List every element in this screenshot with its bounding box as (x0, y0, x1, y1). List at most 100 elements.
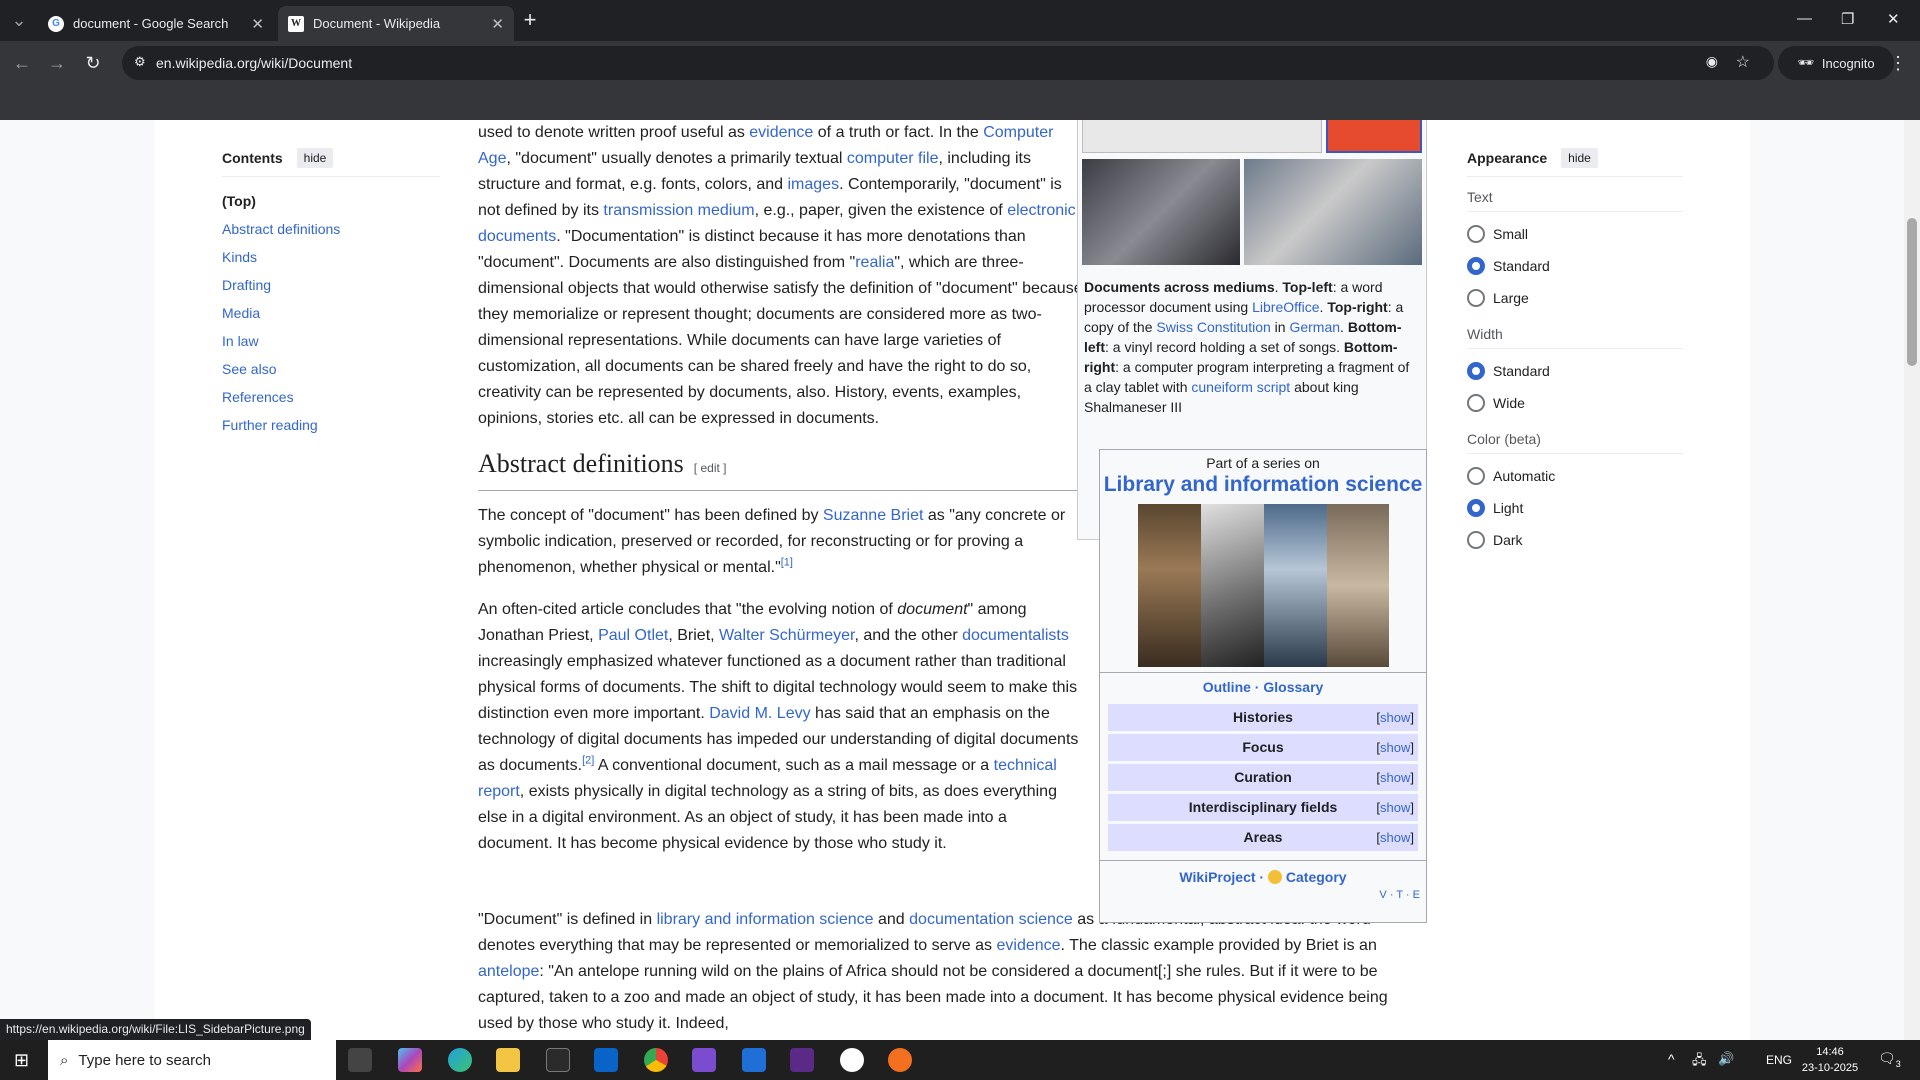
series-section-row[interactable]: Histories [show] (1108, 704, 1418, 731)
appearance-option[interactable]: Large (1467, 282, 1683, 314)
wikiproject-link[interactable]: WikiProject (1179, 869, 1255, 885)
citation-link[interactable]: [1] (781, 557, 793, 569)
tab-google-search[interactable]: G document - Google Search ✕ (38, 6, 274, 41)
appearance-option[interactable]: Small (1467, 218, 1683, 250)
store-icon[interactable] (546, 1048, 570, 1072)
show-link[interactable]: show (1380, 740, 1410, 755)
appearance-option[interactable]: Standard (1467, 355, 1683, 387)
wiki-link[interactable]: antelope (478, 963, 539, 980)
wiki-link[interactable]: cuneiform script (1191, 379, 1290, 395)
toc-item[interactable]: Drafting (222, 271, 440, 299)
reload-icon[interactable]: ↻ (81, 51, 105, 75)
appearance-option[interactable]: Light (1467, 492, 1683, 524)
show-toggle[interactable]: [show] (1376, 704, 1414, 731)
toc-item[interactable]: (Top) (222, 187, 440, 215)
file-explorer-icon[interactable] (496, 1048, 520, 1072)
ssms-icon[interactable] (790, 1048, 814, 1072)
wiki-link[interactable]: images (787, 176, 839, 193)
wiki-link[interactable]: Suzanne Briet (823, 507, 924, 524)
volume-icon[interactable]: 🔊 (1718, 1051, 1734, 1067)
toc-item[interactable]: Media (222, 299, 440, 327)
tab-search-icon[interactable]: ⌄ (7, 8, 31, 32)
show-toggle[interactable]: [show] (1376, 764, 1414, 791)
appearance-option[interactable]: Dark (1467, 524, 1683, 556)
show-link[interactable]: show (1380, 710, 1410, 725)
toc-item[interactable]: Further reading (222, 411, 440, 439)
chrome-icon[interactable] (644, 1048, 668, 1072)
show-toggle[interactable]: [show] (1376, 734, 1414, 761)
wiki-link[interactable]: library and information science (657, 911, 874, 928)
bookmark-star-icon[interactable]: ☆ (1736, 52, 1750, 72)
documents-image[interactable] (1082, 120, 1422, 273)
wiki-link[interactable]: documentation science (909, 911, 1073, 928)
show-hidden-icons[interactable]: ^ (1668, 1051, 1675, 1067)
close-tab-icon[interactable]: ✕ (251, 15, 264, 33)
azure-data-studio-icon[interactable] (742, 1048, 766, 1072)
radio-button[interactable] (1467, 362, 1485, 380)
wiki-link[interactable]: realia (855, 254, 894, 271)
wiki-link[interactable]: LibreOffice (1252, 299, 1319, 315)
view-link[interactable]: V (1379, 889, 1386, 901)
radio-button[interactable] (1467, 531, 1485, 549)
show-link[interactable]: show (1380, 770, 1410, 785)
address-bar[interactable]: ⚙ en.wikipedia.org/wiki/Document ◉ ☆ (122, 46, 1774, 80)
series-title-link[interactable]: Library and information science (1100, 473, 1426, 497)
radio-button[interactable] (1467, 499, 1485, 517)
show-link[interactable]: show (1380, 830, 1410, 845)
forward-icon[interactable]: → (45, 51, 69, 75)
radio-button[interactable] (1467, 257, 1485, 275)
close-window-icon[interactable]: ✕ (1887, 10, 1900, 28)
show-link[interactable]: show (1380, 800, 1410, 815)
toc-hide-button[interactable]: hide (296, 148, 334, 168)
wiki-link[interactable]: evidence (749, 124, 813, 141)
eye-off-icon[interactable]: ◉ (1706, 53, 1718, 70)
radio-button[interactable] (1467, 467, 1485, 485)
toc-item[interactable]: In law (222, 327, 440, 355)
glossary-link[interactable]: Glossary (1263, 679, 1323, 695)
slack-icon[interactable] (840, 1048, 864, 1072)
appearance-hide-button[interactable]: hide (1561, 148, 1598, 168)
wiki-link[interactable]: Paul Otlet (598, 627, 668, 644)
talk-link[interactable]: T (1396, 889, 1403, 901)
clock[interactable]: 14:46 23-10-2025 (1790, 1044, 1870, 1076)
wiki-link[interactable]: computer file (847, 150, 939, 167)
appearance-option[interactable]: Standard (1467, 250, 1683, 282)
toc-item[interactable]: References (222, 383, 440, 411)
series-section-row[interactable]: Curation [show] (1108, 764, 1418, 791)
close-tab-icon[interactable]: ✕ (491, 15, 504, 33)
wiki-link[interactable]: evidence (997, 937, 1061, 954)
radio-button[interactable] (1467, 289, 1485, 307)
series-section-row[interactable]: Focus [show] (1108, 734, 1418, 761)
radio-button[interactable] (1467, 394, 1485, 412)
network-icon[interactable]: 🖧 (1692, 1051, 1707, 1073)
series-section-row[interactable]: Areas [show] (1108, 824, 1418, 851)
postman-icon[interactable] (888, 1048, 912, 1072)
wiki-link[interactable]: Walter Schürmeyer (719, 627, 854, 644)
edit-link[interactable]: E (1413, 889, 1420, 901)
minimize-icon[interactable]: — (1797, 10, 1812, 27)
scrollbar-thumb[interactable] (1907, 218, 1917, 366)
incognito-badge[interactable]: 🕶 Incognito (1778, 46, 1894, 80)
new-tab-icon[interactable]: + (518, 7, 542, 32)
back-icon[interactable]: ← (10, 51, 34, 75)
language-indicator[interactable]: ENG (1766, 1053, 1792, 1067)
toc-item[interactable]: Kinds (222, 243, 440, 271)
notifications-icon[interactable]: 🗨3 (1878, 1050, 1901, 1069)
wiki-link[interactable]: documentalists (962, 627, 1069, 644)
category-link[interactable]: Category (1286, 869, 1347, 885)
wiki-link[interactable]: David M. Levy (709, 705, 810, 722)
windows-start-icon[interactable]: ⊞ (14, 1050, 29, 1071)
site-info-icon[interactable]: ⚙ (134, 54, 146, 70)
visual-studio-icon[interactable] (692, 1048, 716, 1072)
wiki-link[interactable]: German (1289, 319, 1340, 335)
show-toggle[interactable]: [show] (1376, 824, 1414, 851)
wiki-link[interactable]: transmission medium (603, 202, 754, 219)
citation-link[interactable]: [2] (582, 755, 594, 767)
appearance-option[interactable]: Automatic (1467, 460, 1683, 492)
outlook-icon[interactable] (594, 1048, 618, 1072)
tab-wikipedia[interactable]: W Document - Wikipedia ✕ (278, 6, 514, 41)
toc-item[interactable]: See also (222, 355, 440, 383)
taskbar-search[interactable]: ⌕ Type here to search (48, 1040, 336, 1080)
copilot-icon[interactable] (398, 1048, 422, 1072)
toc-item[interactable]: Abstract definitions (222, 215, 440, 243)
